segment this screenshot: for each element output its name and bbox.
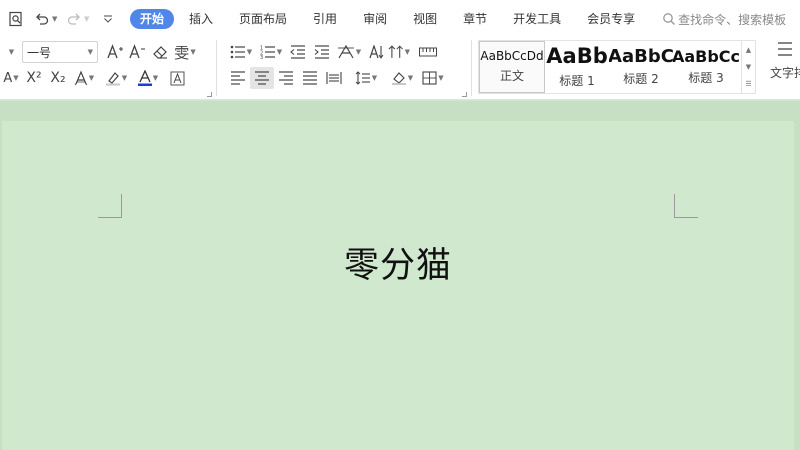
numbered-list-icon[interactable]: 1 2 3 ▼ xyxy=(256,41,286,63)
align-center-icon[interactable] xyxy=(250,67,274,89)
font-row-2: A ▼ X² X₂ ▼ ▼ ▼ xyxy=(0,66,188,90)
shrink-font-icon[interactable] xyxy=(126,41,148,63)
ribbon-tabs: 开始 插入 页面布局 引用 审阅 视图 章节 开发工具 会员专享 xyxy=(130,9,648,29)
document-area: 零分猫 xyxy=(0,101,800,450)
ribbon-home: ▼ 一号 ▼ 雯 ▼ A ▼ X² X₂ ▼ ▼ ▼ ▼ 1 2 3 ▼ ▼ ▼… xyxy=(0,38,800,100)
menu-bar: ▼ ▼ 开始 插入 页面布局 引用 审阅 视图 章节 开发工具 会员专享 查找命… xyxy=(0,0,800,38)
chevron-down-icon[interactable]: ▼ xyxy=(746,63,751,71)
style-sample: AaBbC xyxy=(609,45,673,67)
style-name: 正文 xyxy=(499,69,524,84)
grow-font-icon[interactable] xyxy=(104,41,126,63)
font-group-launcher[interactable] xyxy=(207,92,212,97)
text-effect-icon[interactable]: ▼ xyxy=(70,67,98,89)
print-preview-icon[interactable] xyxy=(6,9,26,29)
paragraph-group-launcher[interactable] xyxy=(462,92,467,97)
customize-toolbar-icon[interactable] xyxy=(98,9,118,29)
tab-page-layout[interactable]: 页面布局 xyxy=(226,9,300,29)
search-label: 查找命令、搜索模板 xyxy=(678,12,787,27)
tab-home[interactable]: 开始 xyxy=(130,9,175,29)
style-gallery-scroll[interactable]: ▲ ▼ ☰ xyxy=(741,41,755,93)
style-heading-3[interactable]: AaBbCc 标题 3 xyxy=(673,41,739,93)
document-page[interactable]: 零分猫 xyxy=(2,121,794,450)
strikethrough-a-icon[interactable]: A ▼ xyxy=(0,67,22,89)
page-corner-mark-left xyxy=(98,194,122,218)
tab-member[interactable]: 会员专享 xyxy=(574,9,648,29)
quick-access-toolbar: ▼ ▼ xyxy=(0,0,118,38)
undo-dropdown-icon[interactable]: ▼ xyxy=(52,15,60,23)
character-border-icon[interactable] xyxy=(166,67,188,89)
style-name: 标题 3 xyxy=(688,71,724,86)
separator xyxy=(216,40,217,96)
font-size-select[interactable]: 一号 ▼ xyxy=(22,41,98,63)
tab-references[interactable]: 引用 xyxy=(300,9,350,29)
show-hide-marks-icon[interactable] xyxy=(416,41,440,63)
style-name: 标题 1 xyxy=(559,74,595,89)
paragraph-row-2: ▼ ▼ ▼ xyxy=(226,66,448,90)
font-name-dropdown[interactable]: ▼ xyxy=(0,41,22,63)
phonetic-guide-icon[interactable]: 雯 ▼ xyxy=(172,41,198,63)
document-title-text[interactable]: 零分猫 xyxy=(2,237,794,288)
redo-icon[interactable] xyxy=(64,9,84,29)
tab-view[interactable]: 视图 xyxy=(400,9,450,29)
chinese-layout-icon[interactable]: ▼ xyxy=(334,41,364,63)
page-corner-mark-right xyxy=(674,194,698,218)
font-color-icon[interactable]: ▼ xyxy=(134,67,162,89)
style-name: 标题 2 xyxy=(623,72,659,87)
highlight-icon[interactable]: ▼ xyxy=(102,67,130,89)
chevron-up-icon[interactable]: ▲ xyxy=(746,46,751,54)
clear-formatting-icon[interactable] xyxy=(148,41,172,63)
style-sample: AaBb xyxy=(546,43,608,68)
subscript-icon[interactable]: X₂ xyxy=(46,67,70,89)
redo-dropdown-icon[interactable]: ▼ xyxy=(84,15,92,23)
align-right-icon[interactable] xyxy=(274,67,298,89)
justify-icon[interactable] xyxy=(298,67,322,89)
tab-developer[interactable]: 开发工具 xyxy=(500,9,574,29)
increase-indent-icon[interactable] xyxy=(310,41,334,63)
distributed-align-icon[interactable] xyxy=(322,67,346,89)
superscript-icon[interactable]: X² xyxy=(22,67,46,89)
text-layout-label: 文字排 xyxy=(770,66,800,80)
decrease-indent-icon[interactable] xyxy=(286,41,310,63)
line-spacing-icon[interactable]: ▼ xyxy=(350,67,382,89)
style-heading-1[interactable]: AaBb 标题 1 xyxy=(545,41,609,93)
search-icon xyxy=(663,13,676,25)
style-sample: AaBbCc xyxy=(673,46,739,66)
tab-insert[interactable]: 插入 xyxy=(176,9,226,29)
command-search[interactable]: 查找命令、搜索模板 xyxy=(662,11,786,28)
font-size-value: 一号 xyxy=(27,45,52,60)
shading-icon[interactable]: ▼ xyxy=(386,67,418,89)
tab-sections[interactable]: 章节 xyxy=(450,9,500,29)
undo-icon[interactable] xyxy=(32,9,52,29)
text-layout-icon xyxy=(778,42,792,56)
style-normal[interactable]: AaBbCcDd 正文 xyxy=(479,41,545,93)
more-styles-icon[interactable]: ☰ xyxy=(745,80,751,88)
text-layout-tool[interactable]: 文字排 xyxy=(770,40,800,81)
align-left-icon[interactable] xyxy=(226,67,250,89)
paragraph-row-1: ▼ 1 2 3 ▼ ▼ ▼ xyxy=(226,40,440,64)
bullet-list-icon[interactable]: ▼ xyxy=(226,41,256,63)
style-sample: AaBbCcDd xyxy=(480,48,544,63)
text-direction-icon[interactable] xyxy=(364,41,388,63)
font-size-dropdown-icon: ▼ xyxy=(87,48,93,56)
font-row-1: ▼ 一号 ▼ 雯 ▼ xyxy=(0,40,198,64)
tab-review[interactable]: 审阅 xyxy=(350,9,400,29)
separator xyxy=(471,40,472,96)
style-gallery: AaBbCcDd 正文 AaBb 标题 1 AaBbC 标题 2 AaBbCc … xyxy=(478,40,756,94)
style-heading-2[interactable]: AaBbC 标题 2 xyxy=(609,41,673,93)
sort-icon[interactable]: ▼ xyxy=(388,41,410,63)
borders-icon[interactable]: ▼ xyxy=(418,67,448,89)
svg-text:3: 3 xyxy=(260,55,263,59)
